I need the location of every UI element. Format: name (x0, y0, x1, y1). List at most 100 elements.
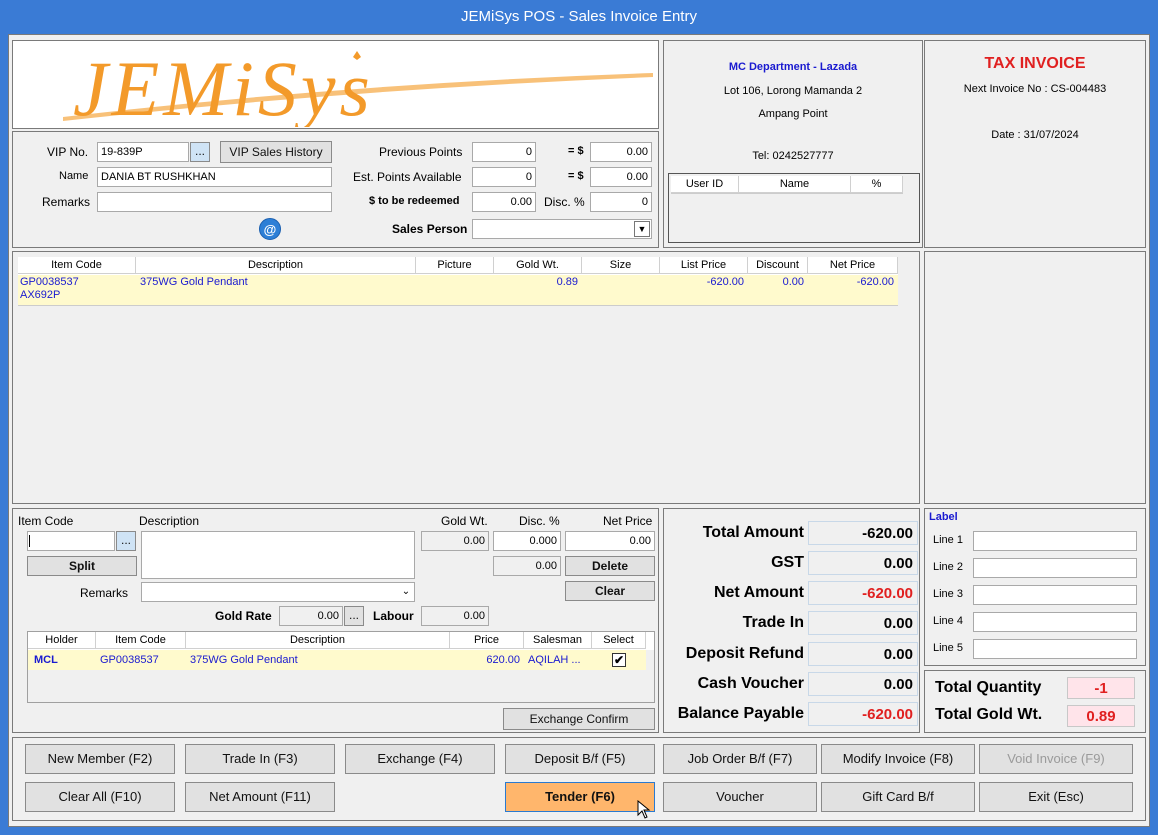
deposit-bf-button[interactable]: Deposit B/f (F5) (505, 744, 655, 774)
line-5-input[interactable] (973, 639, 1137, 659)
table-row[interactable]: MCL GP0038537 375WG Gold Pendant 620.00 … (28, 650, 646, 670)
vip-number-input[interactable]: 19-839P (97, 142, 189, 162)
staff-table: User ID Name % (668, 173, 920, 243)
cash-voucher-label: Cash Voucher (697, 675, 804, 692)
disc-percent-label: Disc. % (544, 195, 585, 209)
trade-in-label: Trade In (742, 614, 804, 631)
exchange-confirm-button[interactable]: Exchange Confirm (503, 708, 655, 730)
trade-in-value: 0.00 (808, 611, 918, 635)
exit-button[interactable]: Exit (Esc) (979, 782, 1133, 812)
balance-payable-label: Balance Payable (677, 705, 804, 722)
store-tel: Tel: 0242527777 (752, 150, 834, 162)
job-order-bf-button[interactable]: Job Order B/f (F7) (663, 744, 817, 774)
gold-rate-input[interactable]: 0.00 (279, 606, 343, 626)
entry-net-price-input[interactable]: 0.00 (565, 531, 655, 551)
exchange-button[interactable]: Exchange (F4) (345, 744, 495, 774)
exchange-grid[interactable]: Holder Item Code Description Price Sales… (27, 631, 655, 703)
modify-invoice-button[interactable]: Modify Invoice (F8) (821, 744, 975, 774)
est-points-amount[interactable]: 0.00 (590, 167, 652, 187)
exchange-price-cell: 620.00 (486, 654, 520, 666)
voucher-button[interactable]: Voucher (663, 782, 817, 812)
entry-disc-input[interactable]: 0.000 (493, 531, 561, 551)
line-5-label: Line 5 (933, 642, 963, 654)
member-remarks-input[interactable] (97, 192, 332, 212)
exchange-col-holder: Holder (28, 632, 96, 649)
store-info-panel: MC Department - Lazada Lot 106, Lorong M… (663, 40, 923, 248)
member-panel: VIP No. 19-839P ... VIP Sales History Na… (12, 131, 659, 248)
member-name-input[interactable]: DANIA BT RUSHKHAN (97, 167, 332, 187)
item-goldwt-cell: 0.89 (556, 276, 578, 288)
previous-points-amount[interactable]: 0.00 (590, 142, 652, 162)
item-entry-panel: Item Code Description Gold Wt. Disc. % N… (12, 508, 659, 733)
line-2-input[interactable] (973, 558, 1137, 578)
line-1-input[interactable] (973, 531, 1137, 551)
logo-text: JEMiSys (73, 45, 374, 127)
net-amount-button[interactable]: Net Amount (F11) (185, 782, 335, 812)
invoice-info-panel: TAX INVOICE Next Invoice No : CS-004483 … (924, 40, 1146, 248)
clear-all-button[interactable]: Clear All (F10) (25, 782, 175, 812)
new-member-button[interactable]: New Member (F2) (25, 744, 175, 774)
gst-value: 0.00 (808, 551, 918, 575)
entry-extra-input[interactable]: 0.00 (493, 556, 561, 576)
vip-browse-button[interactable]: ... (190, 142, 210, 162)
deposit-refund-value: 0.00 (808, 642, 918, 666)
label-panel-title: Label (929, 511, 958, 523)
est-points-label: Est. Points Available (353, 170, 462, 184)
net-amount-label: Net Amount (713, 584, 804, 601)
clear-button[interactable]: Clear (565, 581, 655, 601)
application-window: JEMiSys POS - Sales Invoice Entry JEMiSy… (0, 0, 1158, 835)
delete-button[interactable]: Delete (565, 556, 655, 576)
exchange-col-salesman: Salesman (524, 632, 592, 649)
disc-percent-input[interactable]: 0 (590, 192, 652, 212)
item-code2-cell: AX692P (20, 289, 61, 301)
logo-panel: JEMiSys (12, 40, 659, 132)
est-points-input[interactable]: 0 (472, 167, 536, 187)
mouse-pointer-icon (637, 799, 653, 820)
gold-rate-label: Gold Rate (215, 609, 272, 623)
entry-remarks-select[interactable] (141, 582, 415, 602)
text-cursor (29, 535, 30, 547)
sales-person-select[interactable] (472, 219, 652, 239)
email-icon[interactable]: @ (259, 218, 281, 240)
select-checkbox[interactable]: ✔ (612, 653, 626, 667)
client-area: JEMiSys MC Department - Lazada Lot 106, … (8, 34, 1150, 827)
line-3-input[interactable] (973, 585, 1137, 605)
split-button[interactable]: Split (27, 556, 137, 576)
entry-description-input[interactable] (141, 531, 415, 579)
previous-points-eq: = $ (568, 145, 584, 157)
entry-item-browse-button[interactable]: ... (116, 531, 136, 551)
entry-gold-wt-input[interactable]: 0.00 (421, 531, 489, 551)
picture-panel (924, 251, 1146, 504)
items-col-netprice: Net Price (808, 257, 898, 274)
table-row[interactable]: GP0038537 AX692P 375WG Gold Pendant 0.89… (18, 275, 898, 305)
tender-button[interactable]: Tender (F6) (505, 782, 655, 812)
chevron-down-icon[interactable]: ⌄ (399, 585, 413, 599)
exchange-code-cell: GP0038537 (100, 654, 159, 666)
total-gold-wt-label: Total Gold Wt. (935, 706, 1043, 723)
item-description-cell: 375WG Gold Pendant (140, 276, 248, 288)
labour-input[interactable]: 0.00 (421, 606, 489, 626)
line-4-input[interactable] (973, 612, 1137, 632)
void-invoice-button[interactable]: Void Invoice (F9) (979, 744, 1133, 774)
vip-sales-history-button[interactable]: VIP Sales History (220, 141, 332, 163)
entry-item-code-input[interactable] (27, 531, 115, 551)
redeem-input[interactable]: 0.00 (472, 192, 536, 212)
previous-points-label: Previous Points (379, 145, 463, 159)
gold-rate-browse-button[interactable]: ... (344, 606, 364, 626)
entry-net-label: Net Price (603, 514, 653, 528)
est-points-eq: = $ (568, 170, 584, 182)
staff-col-userid: User ID (671, 176, 739, 193)
previous-points-input[interactable]: 0 (472, 142, 536, 162)
entry-gold-wt-label: Gold Wt. (441, 514, 488, 528)
cash-voucher-value: 0.00 (808, 672, 918, 696)
items-grid[interactable]: Item Code Description Picture Gold Wt. S… (18, 257, 898, 500)
entry-remarks-label: Remarks (80, 586, 129, 600)
chevron-down-icon[interactable]: ▼ (634, 221, 650, 237)
next-invoice-no: Next Invoice No : CS-004483 (963, 83, 1107, 95)
gift-card-bf-button[interactable]: Gift Card B/f (821, 782, 975, 812)
summary-panel: Total Quantity -1 Total Gold Wt. 0.89 (924, 670, 1146, 733)
items-panel: Item Code Description Picture Gold Wt. S… (12, 251, 920, 504)
total-amount-value: -620.00 (808, 521, 918, 545)
trade-in-button[interactable]: Trade In (F3) (185, 744, 335, 774)
items-col-discount: Discount (748, 257, 808, 274)
